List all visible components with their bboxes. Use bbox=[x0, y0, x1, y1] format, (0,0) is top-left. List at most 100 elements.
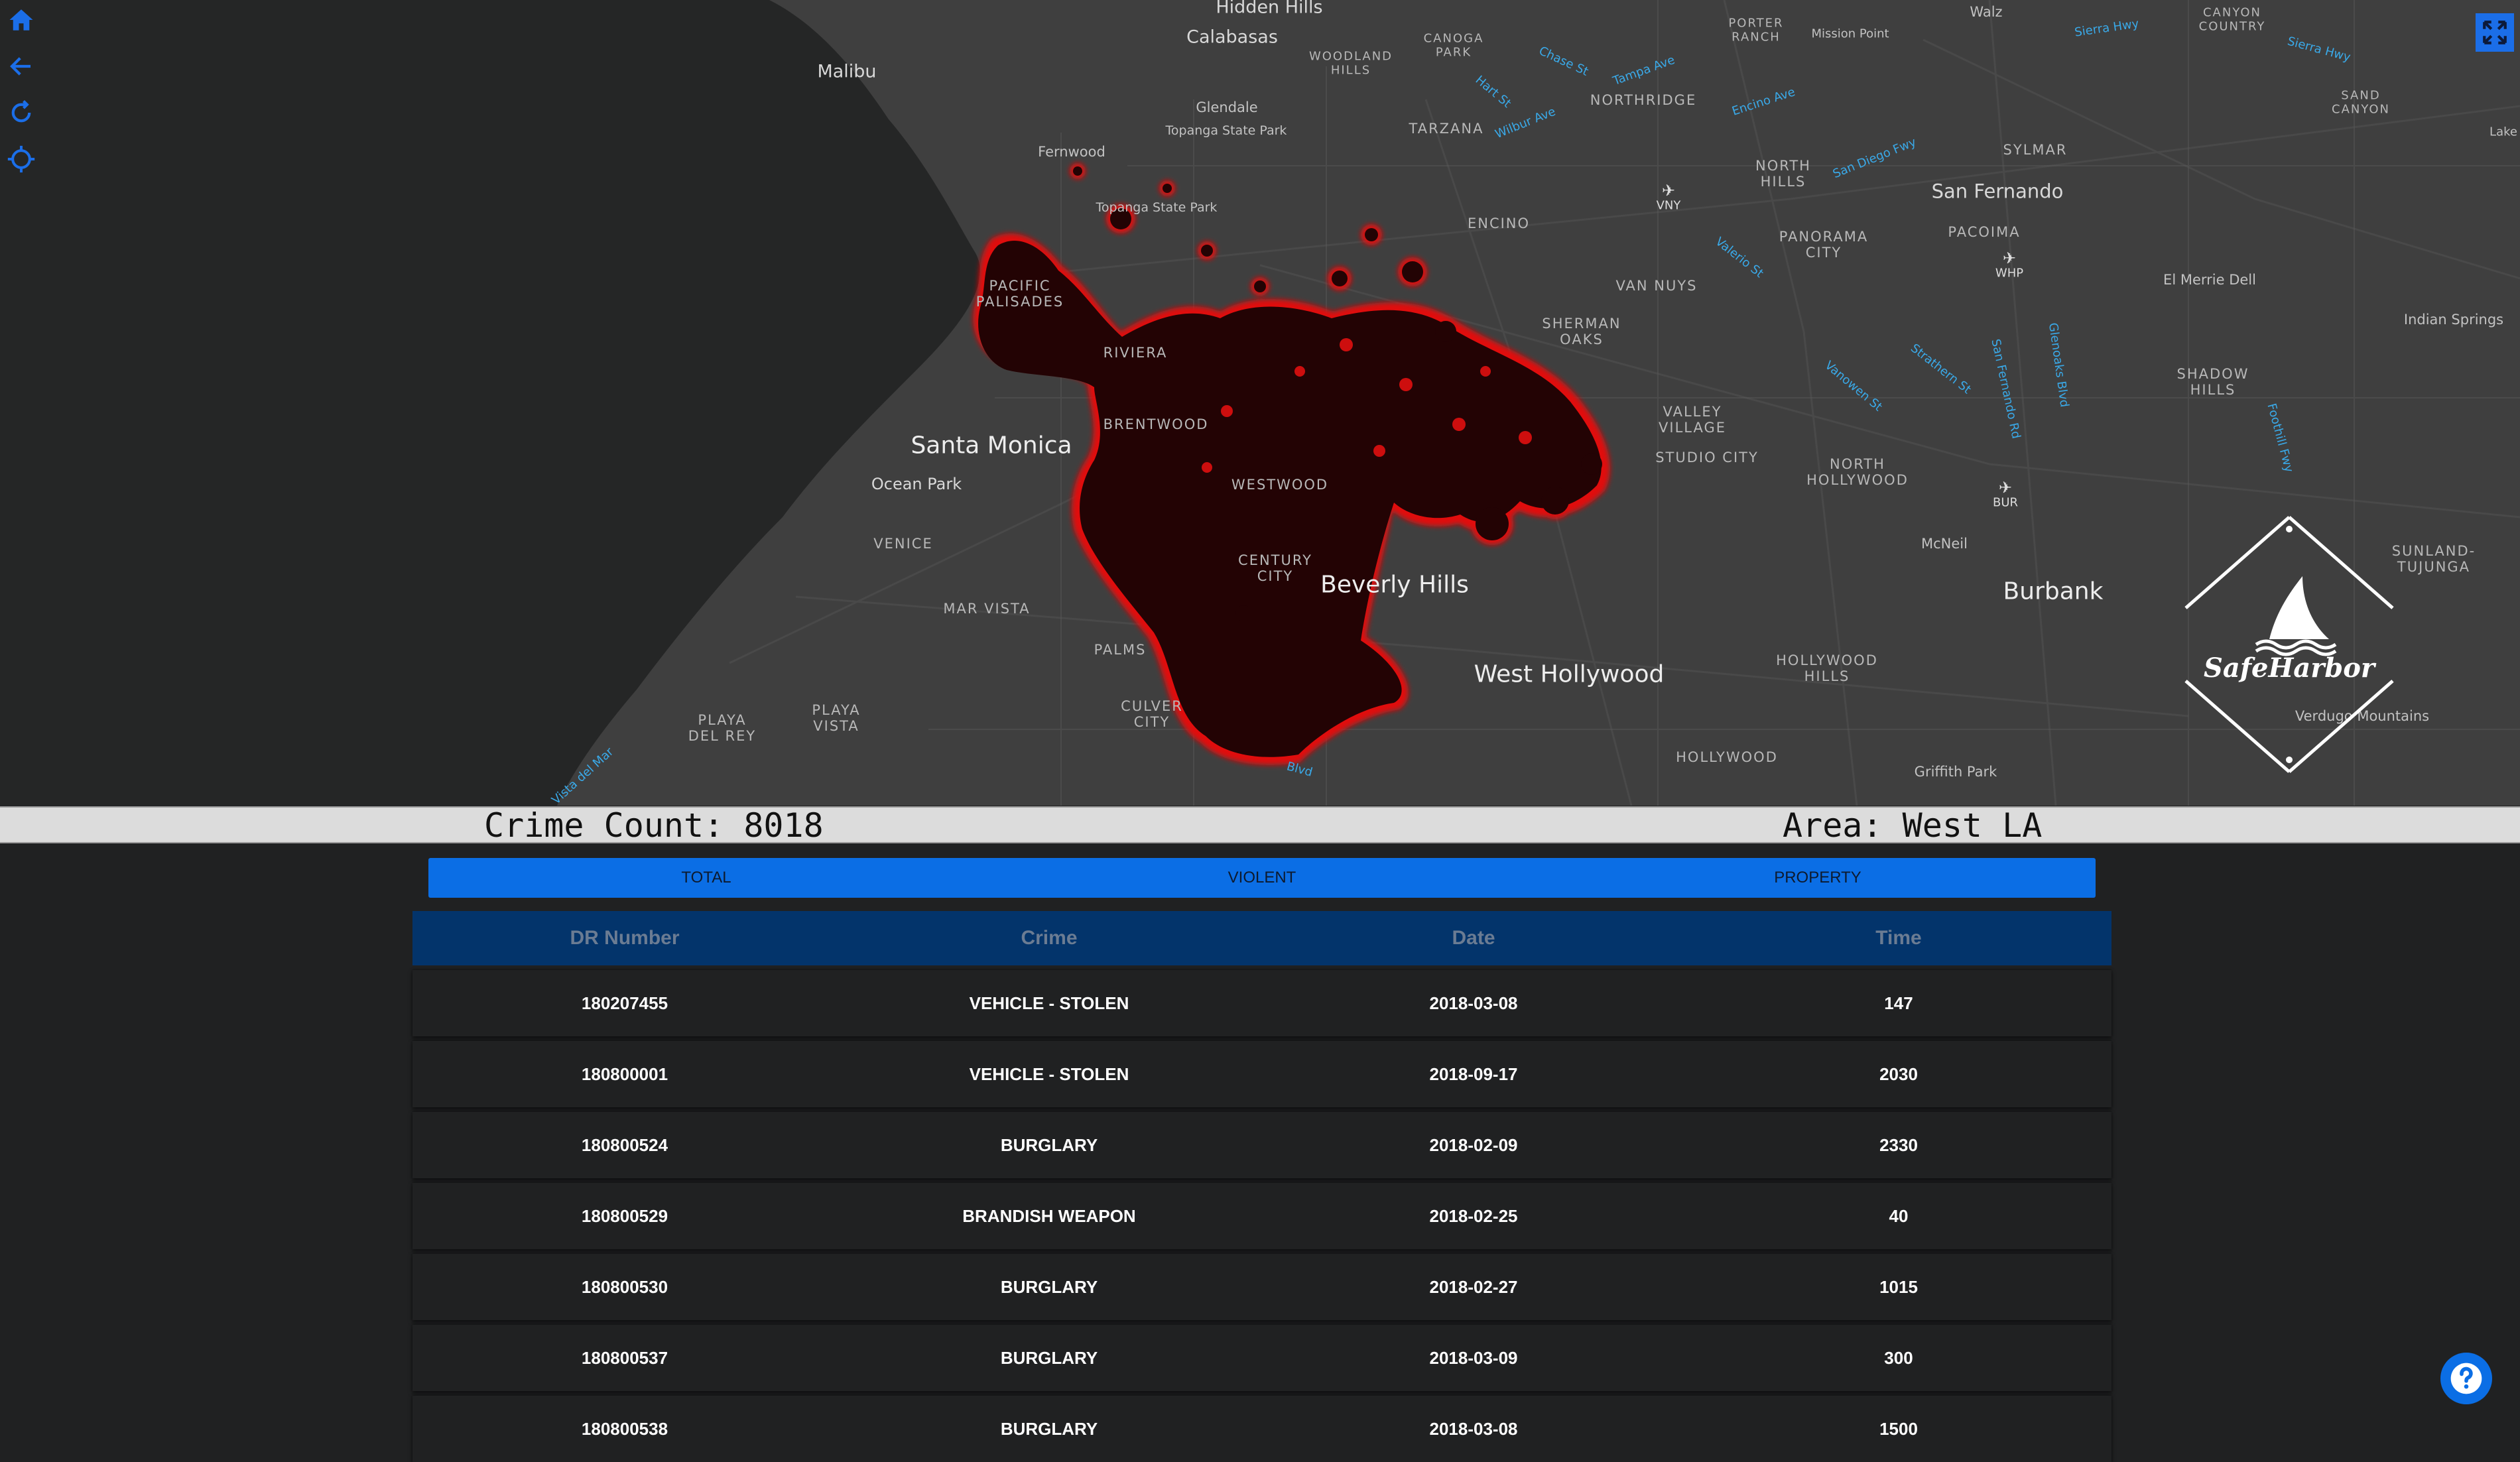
question-icon bbox=[2450, 1363, 2482, 1394]
map-controls bbox=[5, 4, 37, 190]
map-label: Lake bbox=[2489, 125, 2517, 139]
crime-cell: BURGLARY bbox=[1000, 1134, 1098, 1155]
map-label: SHERMAN OAKS bbox=[1542, 315, 1621, 347]
map-label: BRENTWOOD bbox=[1103, 416, 1209, 432]
dr-number-cell: 180800538 bbox=[581, 1418, 668, 1439]
map-label: Topanga State Park bbox=[1165, 123, 1287, 139]
map-label: PLAYA DEL REY bbox=[688, 711, 757, 744]
tab-property[interactable]: PROPERTY bbox=[1540, 858, 2096, 898]
map-label: PALMS bbox=[1094, 641, 1147, 658]
dr-number-cell: 180207455 bbox=[581, 993, 668, 1013]
table-row[interactable]: 180800529 BRANDISH WEAPON 2018-02-25 40 bbox=[412, 1183, 2111, 1249]
fullscreen-button[interactable] bbox=[2476, 13, 2514, 52]
map-label: San Fernando bbox=[1931, 180, 2064, 203]
crime-cell: BURGLARY bbox=[1000, 1418, 1098, 1439]
locate-button[interactable] bbox=[5, 143, 37, 175]
dr-number-cell: 180800001 bbox=[581, 1064, 668, 1084]
date-cell: 2018-03-08 bbox=[1429, 993, 1518, 1013]
map-label: West Hollywood bbox=[1474, 660, 1665, 688]
refresh-button[interactable] bbox=[5, 97, 37, 129]
map-label: Hidden Hills bbox=[1216, 0, 1323, 18]
map-label: Calabasas bbox=[1186, 27, 1278, 48]
crime-cell: BURGLARY bbox=[1000, 1347, 1098, 1368]
map-label: WOODLAND HILLS bbox=[1308, 49, 1393, 77]
map-label: Beverly Hills bbox=[1320, 571, 1469, 599]
map-label: PLAYA VISTA bbox=[812, 701, 861, 734]
home-button[interactable] bbox=[5, 4, 37, 36]
status-bar: Crime Count: 8018 Area: West LA bbox=[0, 806, 2520, 845]
map-label: HOLLYWOOD HILLS bbox=[1776, 652, 1878, 684]
refresh-icon bbox=[11, 100, 31, 123]
tab-total[interactable]: TOTAL bbox=[428, 858, 984, 898]
map-label: Malibu bbox=[817, 61, 877, 82]
plane-icon: ✈ bbox=[1661, 181, 1676, 200]
map-label: Glendale bbox=[1196, 99, 1258, 115]
time-cell: 300 bbox=[1884, 1347, 1913, 1368]
crime-cell: VEHICLE - STOLEN bbox=[969, 1064, 1129, 1084]
plane-icon: ✈ bbox=[1998, 478, 2013, 497]
back-button[interactable] bbox=[5, 50, 37, 82]
crime-heatmap[interactable]: Santa Monica Beverly Hills West Hollywoo… bbox=[0, 0, 2520, 806]
map-label: WESTWOOD bbox=[1231, 476, 1329, 493]
map-label: McNeil bbox=[1921, 535, 1968, 552]
fullscreen-icon bbox=[2483, 21, 2507, 44]
map-label: Santa Monica bbox=[911, 432, 1072, 459]
table-row[interactable]: 180800538 BURGLARY 2018-03-08 1500 bbox=[412, 1396, 2111, 1462]
map-label: VAN NUYS bbox=[1615, 277, 1698, 294]
map-label: STUDIO CITY bbox=[1655, 449, 1759, 465]
map-label: PANORAMA CITY bbox=[1779, 228, 1869, 261]
time-cell: 147 bbox=[1884, 993, 1913, 1013]
crosshair-icon bbox=[7, 145, 35, 173]
table-header: DR Number Crime Date Time bbox=[412, 911, 2111, 965]
crime-table: DR Number Crime Date Time 180207455 VEHI… bbox=[412, 911, 2111, 1462]
map-label: RIVIERA bbox=[1103, 344, 1168, 361]
dr-number-cell: 180800537 bbox=[581, 1347, 668, 1368]
map-label: PACOIMA bbox=[1948, 223, 2021, 240]
dr-number-cell: 180800524 bbox=[581, 1134, 668, 1155]
map-label: CENTURY CITY bbox=[1238, 552, 1312, 584]
date-cell: 2018-02-09 bbox=[1429, 1134, 1518, 1155]
map-label: CANYON COUNTRY bbox=[2198, 5, 2266, 33]
crime-type-tabs: TOTAL VIOLENT PROPERTY bbox=[428, 858, 2096, 898]
column-header-dr-number[interactable]: DR Number bbox=[412, 927, 837, 949]
time-cell: 2030 bbox=[1879, 1064, 1918, 1084]
logo-text: SafeHarbor bbox=[2204, 652, 2375, 684]
map-label: CULVER CITY bbox=[1121, 698, 1183, 730]
table-row[interactable]: 180800524 BURGLARY 2018-02-09 2330 bbox=[412, 1112, 2111, 1178]
safeharbor-logo: SafeHarbor bbox=[2163, 513, 2415, 776]
date-cell: 2018-03-08 bbox=[1429, 1418, 1518, 1439]
dr-number-cell: 180800530 bbox=[581, 1276, 668, 1297]
help-button[interactable] bbox=[2440, 1353, 2492, 1404]
crime-cell: BURGLARY bbox=[1000, 1276, 1098, 1297]
table-row[interactable]: 180207455 VEHICLE - STOLEN 2018-03-08 14… bbox=[412, 970, 2111, 1036]
date-cell: 2018-03-09 bbox=[1429, 1347, 1518, 1368]
map-label: NORTH HILLS bbox=[1755, 157, 1811, 190]
column-header-date[interactable]: Date bbox=[1261, 927, 1686, 949]
airport-marker: ✈ WHP bbox=[1995, 249, 2024, 280]
map-label: SAND CANYON bbox=[2332, 88, 2390, 116]
table-row[interactable]: 180800530 BURGLARY 2018-02-27 1015 bbox=[412, 1254, 2111, 1320]
map-label: VENICE bbox=[873, 535, 933, 552]
home-icon bbox=[9, 9, 33, 30]
crime-cell: VEHICLE - STOLEN bbox=[969, 993, 1129, 1013]
table-row[interactable]: 180800537 BURGLARY 2018-03-09 300 bbox=[412, 1325, 2111, 1391]
table-row[interactable]: 180800001 VEHICLE - STOLEN 2018-09-17 20… bbox=[412, 1041, 2111, 1107]
date-cell: 2018-09-17 bbox=[1429, 1064, 1518, 1084]
map-label: CANOGA PARK bbox=[1423, 31, 1484, 59]
map-label: Walz bbox=[1970, 3, 2003, 20]
crime-count: Crime Count: 8018 bbox=[484, 806, 824, 845]
map-label: Griffith Park bbox=[1914, 763, 1997, 780]
airport-marker: ✈ BUR bbox=[1992, 478, 2019, 510]
map-label: PACIFIC PALISADES bbox=[976, 277, 1064, 310]
time-cell: 1015 bbox=[1879, 1276, 1918, 1297]
map-label: TARZANA bbox=[1409, 120, 1484, 137]
tab-violent[interactable]: VIOLENT bbox=[984, 858, 1540, 898]
time-cell: 2330 bbox=[1879, 1134, 1918, 1155]
map-label: Mission Point bbox=[1811, 27, 1889, 41]
column-header-time[interactable]: Time bbox=[1686, 927, 2111, 949]
map-label: Indian Springs bbox=[2403, 311, 2504, 328]
column-header-crime[interactable]: Crime bbox=[837, 927, 1261, 949]
map-label: VALLEY VILLAGE bbox=[1659, 403, 1726, 436]
map-label: Ocean Park bbox=[871, 475, 962, 494]
time-cell: 1500 bbox=[1879, 1418, 1918, 1439]
